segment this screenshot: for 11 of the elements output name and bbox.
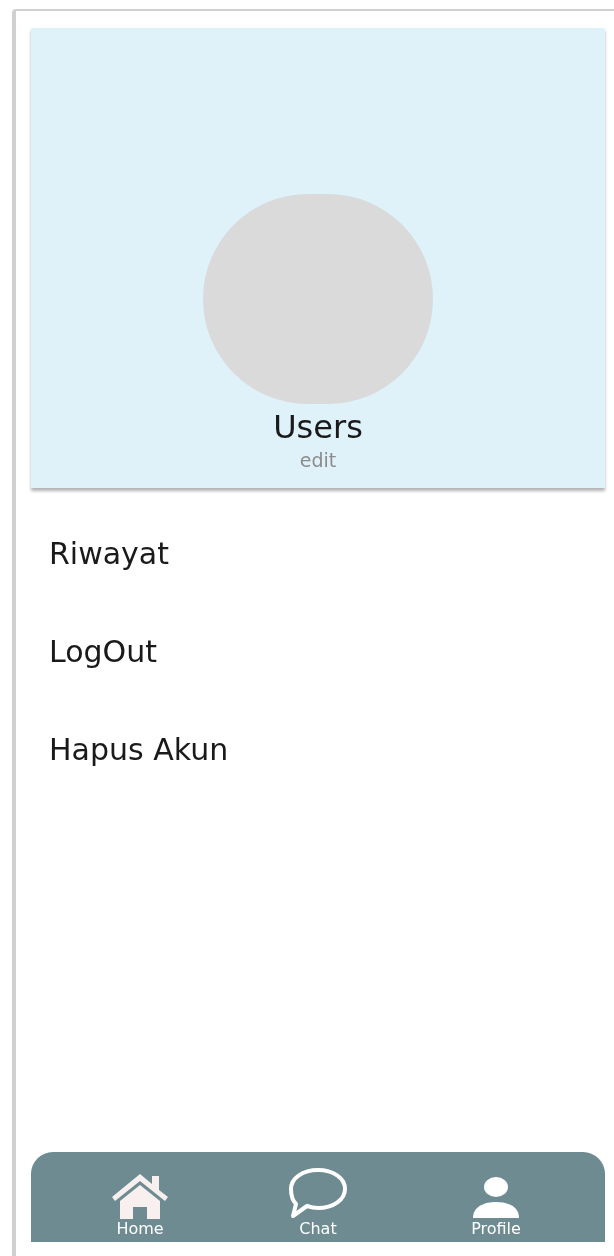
edit-link[interactable]: edit xyxy=(299,447,337,473)
nav-tab[interactable]: Home xyxy=(80,1172,200,1238)
menu-item[interactable]: Riwayat xyxy=(49,534,169,574)
home-icon xyxy=(109,1172,171,1220)
menu-item[interactable]: Hapus Akun xyxy=(49,730,229,770)
user-name: Users xyxy=(273,407,363,447)
person-icon xyxy=(471,1176,521,1220)
nav-tab[interactable]: Chat xyxy=(258,1166,378,1238)
nav-tab[interactable]: Profile xyxy=(436,1176,556,1238)
chat-icon xyxy=(287,1166,349,1220)
menu-item[interactable]: LogOut xyxy=(49,632,157,672)
